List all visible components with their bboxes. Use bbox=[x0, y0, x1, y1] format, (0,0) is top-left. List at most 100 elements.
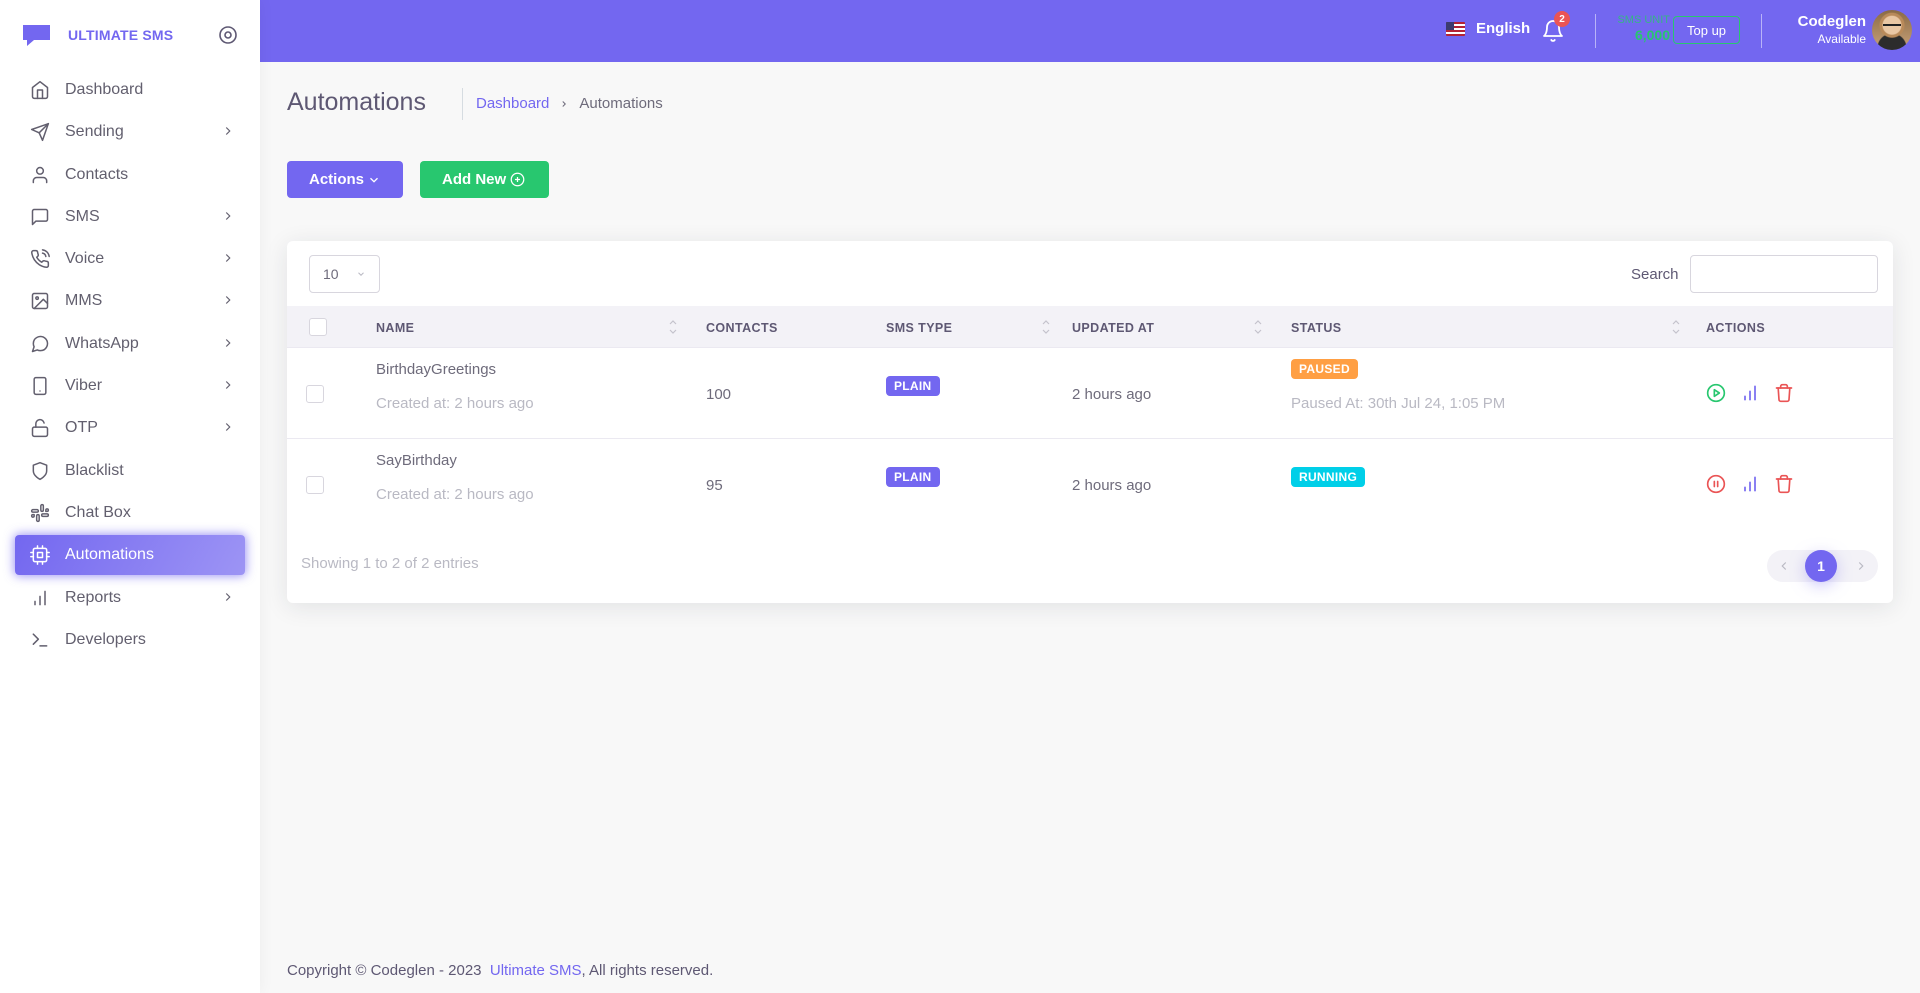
home-icon bbox=[30, 80, 50, 100]
collapse-toggle-icon[interactable] bbox=[218, 25, 238, 45]
play-icon[interactable] bbox=[1706, 383, 1726, 403]
sidebar-item-whatsapp[interactable]: WhatsApp bbox=[15, 324, 245, 364]
actions-label: Actions bbox=[309, 171, 365, 188]
automation-name[interactable]: SayBirthday bbox=[376, 452, 457, 469]
top-up-button[interactable]: Top up bbox=[1673, 16, 1741, 44]
column-header-contacts[interactable]: Contacts bbox=[706, 321, 778, 335]
column-header-status[interactable]: Status bbox=[1291, 321, 1342, 335]
table-row: SayBirthday Created at: 2 hours ago 95 P… bbox=[287, 439, 1893, 530]
user-icon bbox=[30, 165, 50, 185]
sidebar-item-label: MMS bbox=[65, 292, 103, 310]
image-icon bbox=[30, 291, 50, 311]
sort-icon[interactable] bbox=[1671, 316, 1681, 338]
column-header-sms-type[interactable]: SMS Type bbox=[886, 321, 952, 335]
sidebar-item-reports[interactable]: Reports bbox=[15, 578, 245, 618]
sidebar-item-developers[interactable]: Developers bbox=[15, 620, 245, 660]
chevron-right-icon bbox=[225, 592, 231, 601]
footer-link[interactable]: Ultimate SMS bbox=[490, 962, 582, 979]
sidebar-item-blacklist[interactable]: Blacklist bbox=[15, 451, 245, 491]
sidebar-nav: Dashboard Sending Contacts SMS Voice MMS bbox=[0, 70, 260, 660]
sort-icon[interactable] bbox=[1041, 316, 1051, 338]
chevron-right-icon bbox=[225, 127, 231, 136]
notification-count-badge: 2 bbox=[1554, 11, 1570, 27]
automations-table-card: 10 Search Name Contacts SMS Type Updated… bbox=[287, 241, 1893, 603]
sidebar-item-sms[interactable]: SMS bbox=[15, 197, 245, 237]
table-row: BirthdayGreetings Created at: 2 hours ag… bbox=[287, 348, 1893, 439]
cpu-icon bbox=[30, 545, 50, 566]
language-selector[interactable]: English bbox=[1446, 20, 1530, 37]
sidebar-item-label: OTP bbox=[65, 419, 98, 437]
sidebar-item-label: Chat Box bbox=[65, 503, 131, 521]
breadcrumb-home-link[interactable]: Dashboard bbox=[476, 95, 549, 112]
phone-call-icon bbox=[30, 249, 50, 269]
sidebar-item-viber[interactable]: Viber bbox=[15, 366, 245, 406]
chevron-right-icon bbox=[225, 211, 231, 220]
select-all-checkbox[interactable] bbox=[309, 318, 327, 336]
avatar[interactable] bbox=[1872, 10, 1912, 50]
updated-at: 2 hours ago bbox=[1072, 386, 1152, 403]
sidebar-item-label: Contacts bbox=[65, 165, 129, 183]
page-number-button[interactable]: 1 bbox=[1805, 550, 1837, 582]
paused-at: Paused At: 30th Jul 24, 1:05 PM bbox=[1291, 395, 1506, 412]
sidebar: ULTIMATE SMS Dashboard Sending Contacts … bbox=[0, 0, 260, 993]
us-flag-icon bbox=[1446, 21, 1465, 36]
sidebar-item-chat-box[interactable]: Chat Box bbox=[15, 493, 245, 533]
sms-unit-balance: SMS UNIT 6,000 bbox=[1596, 14, 1670, 43]
chevron-down-icon bbox=[370, 177, 378, 183]
search-input[interactable] bbox=[1690, 255, 1878, 293]
page-length-select[interactable]: 10 bbox=[309, 255, 380, 293]
add-new-button[interactable]: Add New bbox=[420, 161, 549, 198]
chevron-right-icon bbox=[562, 100, 567, 107]
sidebar-item-otp[interactable]: OTP bbox=[15, 408, 245, 448]
sms-unit-label: SMS UNIT bbox=[1617, 14, 1670, 26]
sidebar-item-automations[interactable]: Automations bbox=[15, 535, 245, 576]
column-header-updated-at[interactable]: Updated At bbox=[1072, 321, 1154, 335]
pause-icon[interactable] bbox=[1706, 474, 1726, 494]
contacts-count: 100 bbox=[706, 386, 732, 403]
row-checkbox[interactable] bbox=[306, 385, 324, 403]
sidebar-item-contacts[interactable]: Contacts bbox=[15, 155, 245, 195]
message-square-icon bbox=[30, 207, 50, 227]
bar-chart-icon[interactable] bbox=[1740, 474, 1760, 494]
sidebar-item-dashboard[interactable]: Dashboard bbox=[15, 70, 245, 110]
chevron-right-icon bbox=[225, 254, 231, 263]
trash-icon[interactable] bbox=[1774, 474, 1794, 494]
top-navbar: English 2 SMS UNIT 6,000 Top up Codeglen… bbox=[260, 0, 1920, 62]
bar-chart-icon[interactable] bbox=[1740, 383, 1760, 403]
send-icon bbox=[30, 122, 50, 142]
sidebar-item-label: Voice bbox=[65, 250, 105, 268]
sidebar-item-mms[interactable]: MMS bbox=[15, 281, 245, 321]
actions-dropdown-button[interactable]: Actions bbox=[287, 161, 403, 198]
page-title: Automations bbox=[287, 88, 426, 116]
search-label: Search bbox=[1631, 266, 1679, 283]
sms-type-badge: PLAIN bbox=[886, 376, 940, 396]
pagination: 1 bbox=[1767, 550, 1878, 582]
user-menu[interactable]: Codeglen Available bbox=[1755, 13, 1866, 46]
automation-name[interactable]: BirthdayGreetings bbox=[376, 361, 496, 378]
brand-name: ULTIMATE SMS bbox=[68, 27, 174, 43]
message-circle-icon bbox=[30, 334, 50, 354]
sidebar-item-label: WhatsApp bbox=[65, 334, 139, 352]
column-header-name[interactable]: Name bbox=[376, 321, 414, 335]
created-at: Created at: 2 hours ago bbox=[376, 395, 534, 412]
sidebar-item-label: Viber bbox=[65, 377, 103, 395]
slack-icon bbox=[30, 503, 50, 523]
updated-at: 2 hours ago bbox=[1072, 477, 1152, 494]
sort-icon[interactable] bbox=[668, 316, 678, 338]
logo-icon bbox=[22, 23, 52, 47]
brand[interactable]: ULTIMATE SMS bbox=[0, 0, 260, 70]
chevron-right-icon[interactable] bbox=[1854, 559, 1868, 573]
sidebar-item-voice[interactable]: Voice bbox=[15, 239, 245, 279]
user-status: Available bbox=[1817, 32, 1866, 46]
language-label: English bbox=[1476, 20, 1531, 37]
sidebar-item-label: Blacklist bbox=[65, 461, 124, 479]
sort-icon[interactable] bbox=[1253, 316, 1263, 338]
sidebar-item-sending[interactable]: Sending bbox=[15, 112, 245, 152]
trash-icon[interactable] bbox=[1774, 383, 1794, 403]
page-length-value: 10 bbox=[323, 266, 339, 282]
breadcrumb: Dashboard Automations bbox=[476, 95, 663, 112]
footer: Copyright © Codeglen - 2023 Ultimate SMS… bbox=[287, 962, 713, 979]
row-checkbox[interactable] bbox=[306, 476, 324, 494]
chevron-left-icon[interactable] bbox=[1777, 559, 1791, 573]
created-at: Created at: 2 hours ago bbox=[376, 486, 534, 503]
